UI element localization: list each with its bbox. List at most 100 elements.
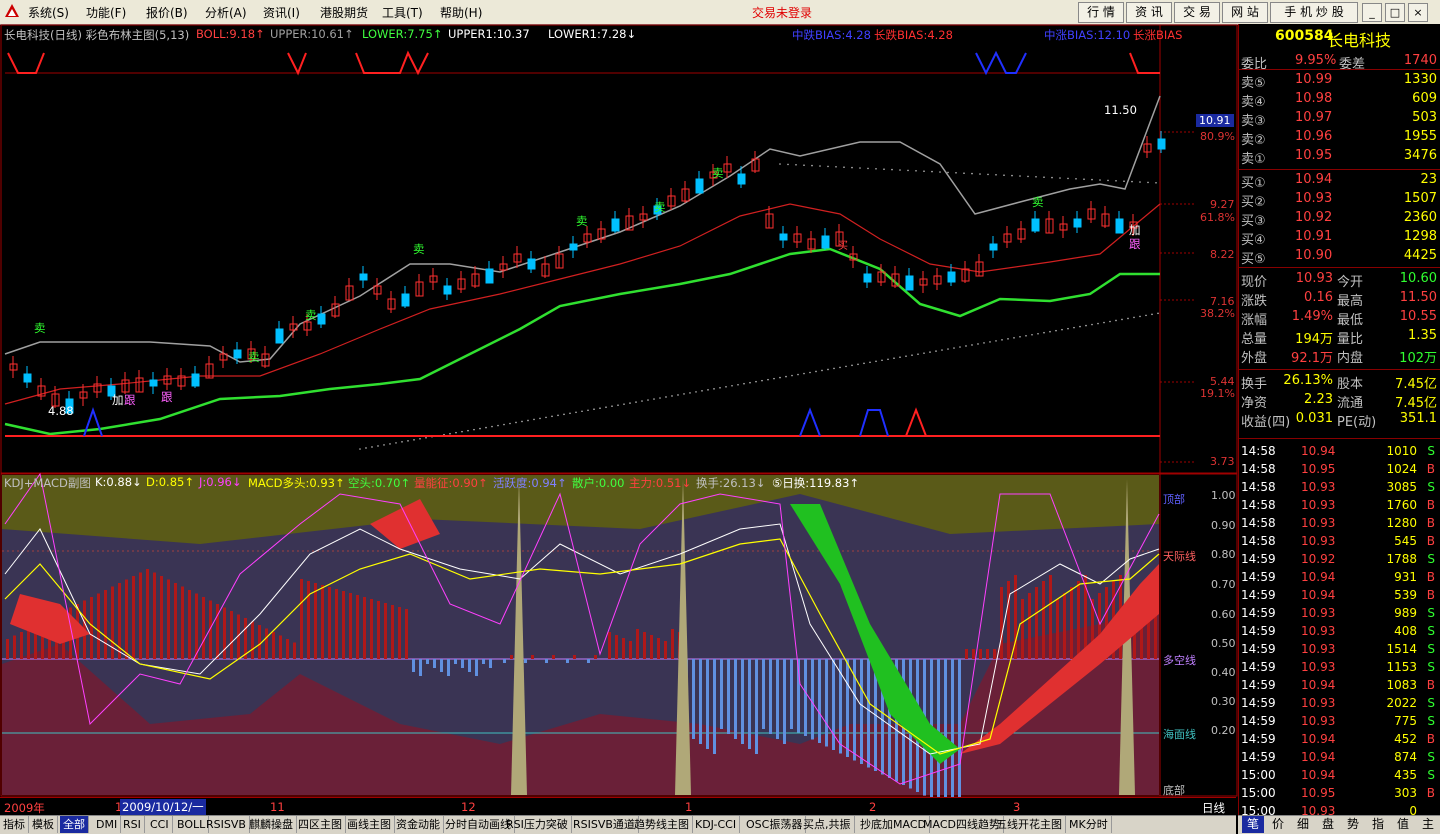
trade-row: 14:59 10.94 452 B bbox=[1239, 731, 1440, 749]
panel-tab[interactable]: 指 bbox=[1367, 816, 1389, 833]
macd-bar bbox=[951, 659, 954, 810]
indicator-tab[interactable]: 四区主图 bbox=[295, 816, 346, 833]
menu-help[interactable]: 帮助(H) bbox=[440, 4, 482, 21]
toolbar-mobile-button[interactable]: 手 机 炒 股 bbox=[1270, 2, 1358, 23]
macd-bar bbox=[314, 583, 317, 659]
signal-sell: 卖 bbox=[712, 166, 724, 180]
panel-tab[interactable]: 值 bbox=[1392, 816, 1414, 833]
indicator-tab[interactable]: 全部 bbox=[60, 816, 89, 833]
macd-bar bbox=[1070, 587, 1073, 659]
indicator-tab[interactable]: RSISVB通道 bbox=[570, 816, 639, 833]
macd-bar bbox=[279, 635, 282, 659]
indicator-tab[interactable]: RSI bbox=[120, 816, 145, 833]
panel-tab[interactable]: 主 bbox=[1417, 816, 1439, 833]
period-label[interactable]: 日线 bbox=[1202, 800, 1225, 816]
menu-tools[interactable]: 工具(T) bbox=[382, 4, 423, 21]
trade-price: 10.95 bbox=[1301, 786, 1336, 800]
dotted-band bbox=[971, 344, 973, 346]
ask-row[interactable]: 卖④ 10.98 609 bbox=[1239, 90, 1440, 110]
indicator-tab[interactable]: 五线开花主图 bbox=[993, 816, 1066, 833]
indicator-tab[interactable]: CCI bbox=[147, 816, 173, 833]
dotted-band bbox=[1075, 178, 1077, 180]
menu-quote[interactable]: 报价(B) bbox=[146, 4, 188, 21]
bias-signal bbox=[975, 50, 1027, 76]
dotted-band bbox=[407, 440, 409, 442]
macd-bar bbox=[755, 659, 758, 754]
long-rise-bias: 长涨BIAS bbox=[1133, 28, 1183, 42]
toolbar-quote-button[interactable]: 行 情 bbox=[1078, 2, 1124, 23]
panel-tab[interactable]: 细 bbox=[1292, 816, 1314, 833]
lower-band-line bbox=[4, 247, 1160, 436]
bid-row[interactable]: 买④ 10.91 1298 bbox=[1239, 228, 1440, 248]
dotted-band bbox=[719, 387, 721, 389]
maximize-button[interactable]: □ bbox=[1385, 3, 1405, 22]
macd-bar bbox=[181, 586, 184, 659]
bid-row[interactable]: 买③ 10.92 2360 bbox=[1239, 209, 1440, 229]
dotted-band bbox=[575, 411, 577, 414]
level-volume: 23 bbox=[1420, 172, 1437, 187]
indicator-tab[interactable]: 趋势线主图 bbox=[631, 816, 693, 833]
indicator-tab[interactable]: MK分时 bbox=[1066, 816, 1112, 833]
sub-axis-040: 0.40 bbox=[1211, 666, 1236, 679]
chart-canvas[interactable] bbox=[0, 24, 1238, 816]
panel-tab[interactable]: 势 bbox=[1342, 816, 1364, 833]
dotted-band bbox=[641, 400, 643, 402]
panel-tab[interactable]: 价 bbox=[1267, 816, 1289, 833]
volume-energy: 量能征:0.90↑ bbox=[414, 476, 488, 490]
ask-row[interactable]: 卖② 10.96 1955 bbox=[1239, 128, 1440, 148]
date-month-label: 11 bbox=[270, 800, 285, 814]
macd-bar bbox=[993, 649, 996, 659]
macd-bar bbox=[440, 659, 443, 672]
panel-tab[interactable]: 笔 bbox=[1242, 816, 1264, 833]
trade-volume: 2022 bbox=[1386, 696, 1417, 710]
indicator-tab[interactable]: DMI bbox=[93, 816, 122, 833]
indicator-tab[interactable]: MACD四线趋势 bbox=[920, 816, 1004, 833]
ask-row[interactable]: 卖① 10.95 3476 bbox=[1239, 147, 1440, 167]
minimize-button[interactable]: _ bbox=[1362, 3, 1382, 22]
toolbar-website-button[interactable]: 网 站 bbox=[1222, 2, 1268, 23]
macd-bar bbox=[307, 581, 310, 659]
macd-bar bbox=[468, 659, 471, 672]
menu-function[interactable]: 功能(F) bbox=[86, 4, 126, 21]
macd-bar bbox=[398, 607, 401, 659]
level-label: 卖② bbox=[1241, 133, 1266, 148]
indicator-tab[interactable]: RSISVB bbox=[203, 816, 250, 833]
bid-row[interactable]: 买① 10.94 23 bbox=[1239, 171, 1440, 191]
dotted-band bbox=[1085, 324, 1087, 327]
menu-news[interactable]: 资讯(I) bbox=[263, 4, 300, 21]
trade-side: S bbox=[1427, 750, 1435, 764]
indicator-tab[interactable]: KDJ-CCI bbox=[692, 816, 741, 833]
trade-side: B bbox=[1426, 516, 1435, 530]
indicator-tab[interactable]: 资金动能 bbox=[393, 816, 444, 833]
bid-row[interactable]: 买② 10.93 1507 bbox=[1239, 190, 1440, 210]
ask-row[interactable]: 卖③ 10.97 503 bbox=[1239, 109, 1440, 129]
ask-row[interactable]: 卖⑤ 10.99 1330 bbox=[1239, 71, 1440, 91]
indicator-tab[interactable]: 指标 bbox=[0, 816, 29, 833]
indicator-tab[interactable]: OSC振荡器 bbox=[743, 816, 807, 833]
dotted-band bbox=[965, 345, 967, 347]
indicator-tab[interactable]: 模板 bbox=[29, 816, 58, 833]
axis-price-373: 3.73 bbox=[1210, 455, 1235, 468]
menu-system[interactable]: 系统(S) bbox=[28, 4, 69, 21]
indicator-tab[interactable]: 画线主图 bbox=[344, 816, 395, 833]
indicator-tab[interactable]: 买点,共振 bbox=[800, 816, 855, 833]
indicator-tab[interactable]: 麒麟操盘 bbox=[246, 816, 297, 833]
close-button[interactable]: × bbox=[1408, 3, 1428, 22]
macd-bar bbox=[846, 659, 849, 757]
candle-body bbox=[233, 349, 242, 359]
menu-analysis[interactable]: 分析(A) bbox=[205, 4, 247, 21]
indicator-tab[interactable]: RSI压力突破 bbox=[503, 816, 572, 833]
toolbar-trade-button[interactable]: 交 易 bbox=[1174, 2, 1220, 23]
macd-bar bbox=[132, 576, 135, 659]
stat-value: 92.1万 bbox=[1291, 351, 1333, 366]
dotted-band bbox=[725, 385, 727, 388]
toolbar-news-button[interactable]: 资 讯 bbox=[1126, 2, 1172, 23]
menu-hk-futures[interactable]: 港股期货 bbox=[320, 4, 368, 21]
bid-row[interactable]: 买⑤ 10.90 4425 bbox=[1239, 247, 1440, 267]
divider bbox=[1239, 169, 1440, 170]
panel-tab[interactable]: 盘 bbox=[1317, 816, 1339, 833]
dotted-band bbox=[1107, 179, 1109, 182]
dotted-band bbox=[1133, 316, 1135, 319]
dotted-band bbox=[947, 171, 949, 174]
current-price-tag: 10.91 bbox=[1196, 114, 1234, 127]
